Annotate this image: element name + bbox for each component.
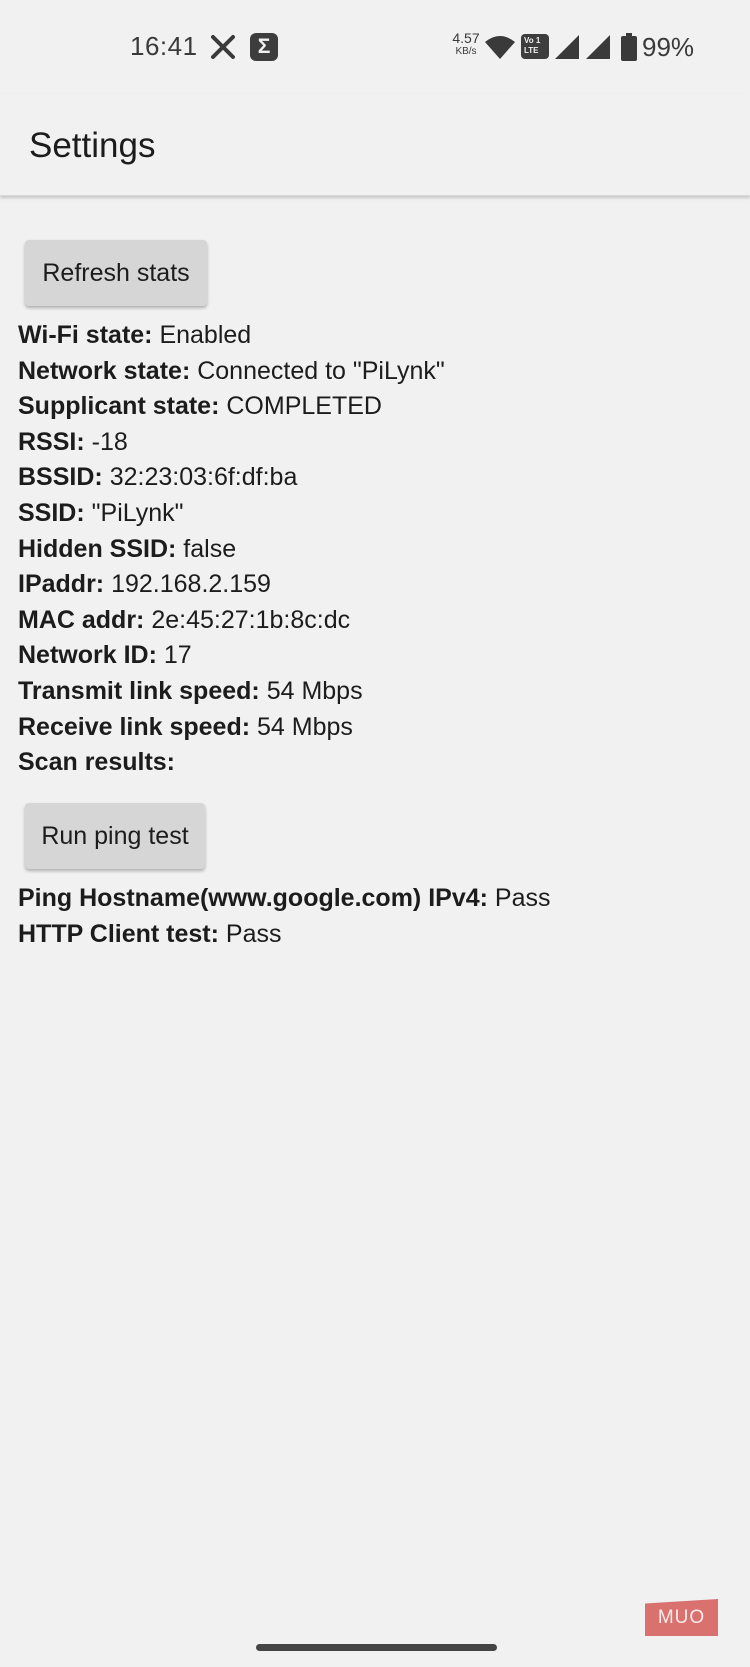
- volte-icon: Vo 1 LTE: [521, 34, 549, 59]
- stat-row: Network ID: 17: [18, 638, 445, 674]
- stat-label: Wi-Fi state:: [18, 321, 153, 349]
- home-indicator[interactable]: [256, 1644, 497, 1651]
- stat-value: -18: [91, 427, 128, 456]
- x-icon: [211, 35, 235, 59]
- ping-result-row: Ping Hostname(www.google.com) IPv4: Pass: [18, 881, 551, 917]
- stat-row: MAC addr: 2e:45:27:1b:8c:dc: [18, 603, 445, 639]
- battery-icon: [621, 33, 637, 61]
- battery-percent: 99%: [642, 32, 695, 62]
- volte-label-top: Vo 1: [524, 36, 541, 45]
- stat-label: Network ID:: [18, 641, 157, 670]
- wifi-stats-list: Wi-Fi state: Enabled Network state: Connec…: [18, 318, 445, 781]
- ping-result-label: Ping Hostname(www.google.com) IPv4:: [18, 884, 488, 912]
- network-speed: 4.57 KB/s: [446, 31, 486, 57]
- stat-label: Network state:: [18, 356, 191, 385]
- stat-row: IPaddr: 192.168.2.159: [18, 567, 445, 603]
- stat-label: Hidden SSID:: [18, 534, 177, 563]
- signal-icon: [586, 35, 610, 59]
- stat-label: IPaddr:: [18, 570, 105, 599]
- stat-label: BSSID:: [18, 463, 103, 492]
- stat-label: SSID:: [18, 498, 85, 527]
- stat-row: Supplicant state: COMPLETED: [18, 389, 445, 425]
- app-bar: Settings: [0, 94, 750, 196]
- ping-result-value: Pass: [225, 919, 282, 948]
- ping-result-label: HTTP Client test:: [18, 919, 219, 948]
- sigma-icon: Σ: [250, 33, 278, 61]
- ping-results-list: Ping Hostname(www.google.com) IPv4: Pass …: [18, 881, 551, 952]
- stat-value: 54 Mbps: [266, 676, 363, 705]
- stat-row: Receive link speed: 54 Mbps: [18, 710, 445, 746]
- stat-value: 192.168.2.159: [111, 570, 271, 599]
- stat-row: RSSI: -18: [18, 425, 445, 461]
- network-speed-value: 4.57: [452, 30, 480, 46]
- stat-value: 17: [163, 641, 192, 670]
- screen: 16:41 Σ 4.57 KB/s Vo 1 LTE 99% Settings: [0, 0, 750, 1667]
- stat-row: SSID: "PiLynk": [18, 496, 445, 532]
- stat-value: 2e:45:27:1b:8c:dc: [151, 605, 351, 634]
- stat-row: BSSID: 32:23:03:6f:df:ba: [18, 460, 445, 496]
- stat-value: 54 Mbps: [257, 712, 353, 741]
- stat-value: Enabled: [159, 321, 252, 349]
- stat-value: Connected to "PiLynk": [197, 356, 445, 385]
- stat-value: false: [183, 534, 237, 563]
- stat-label: RSSI:: [18, 427, 85, 456]
- stat-row: Network state: Connected to "PiLynk": [18, 354, 445, 390]
- run-ping-test-button[interactable]: Run ping test: [25, 803, 205, 869]
- stat-row: Scan results:: [18, 745, 445, 781]
- wifi-icon: [485, 36, 515, 59]
- network-speed-unit: KB/s: [455, 46, 477, 57]
- signal-icon: [555, 35, 579, 59]
- muo-watermark-logo: MUO: [645, 1599, 718, 1636]
- stat-value: COMPLETED: [226, 392, 382, 421]
- stat-label: MAC addr:: [18, 605, 145, 634]
- refresh-stats-button[interactable]: Refresh stats: [25, 240, 207, 306]
- stat-row: Hidden SSID: false: [18, 532, 445, 568]
- stat-value: 32:23:03:6f:df:ba: [109, 463, 298, 492]
- stat-label: Scan results:: [18, 748, 176, 777]
- stat-value: "PiLynk": [91, 498, 184, 527]
- stat-label: Supplicant state:: [18, 392, 220, 421]
- stat-label: Transmit link speed:: [18, 676, 260, 705]
- ping-result-value: Pass: [494, 884, 551, 912]
- ping-result-row: HTTP Client test: Pass: [18, 917, 551, 953]
- stat-label: Receive link speed:: [18, 712, 251, 741]
- page-title: Settings: [29, 126, 156, 165]
- volte-label-bottom: LTE: [524, 46, 539, 55]
- stat-row: Transmit link speed: 54 Mbps: [18, 674, 445, 710]
- stat-row: Wi-Fi state: Enabled: [18, 318, 445, 354]
- status-bar: 16:41 Σ 4.57 KB/s Vo 1 LTE 99%: [0, 0, 750, 94]
- status-time: 16:41: [130, 31, 198, 61]
